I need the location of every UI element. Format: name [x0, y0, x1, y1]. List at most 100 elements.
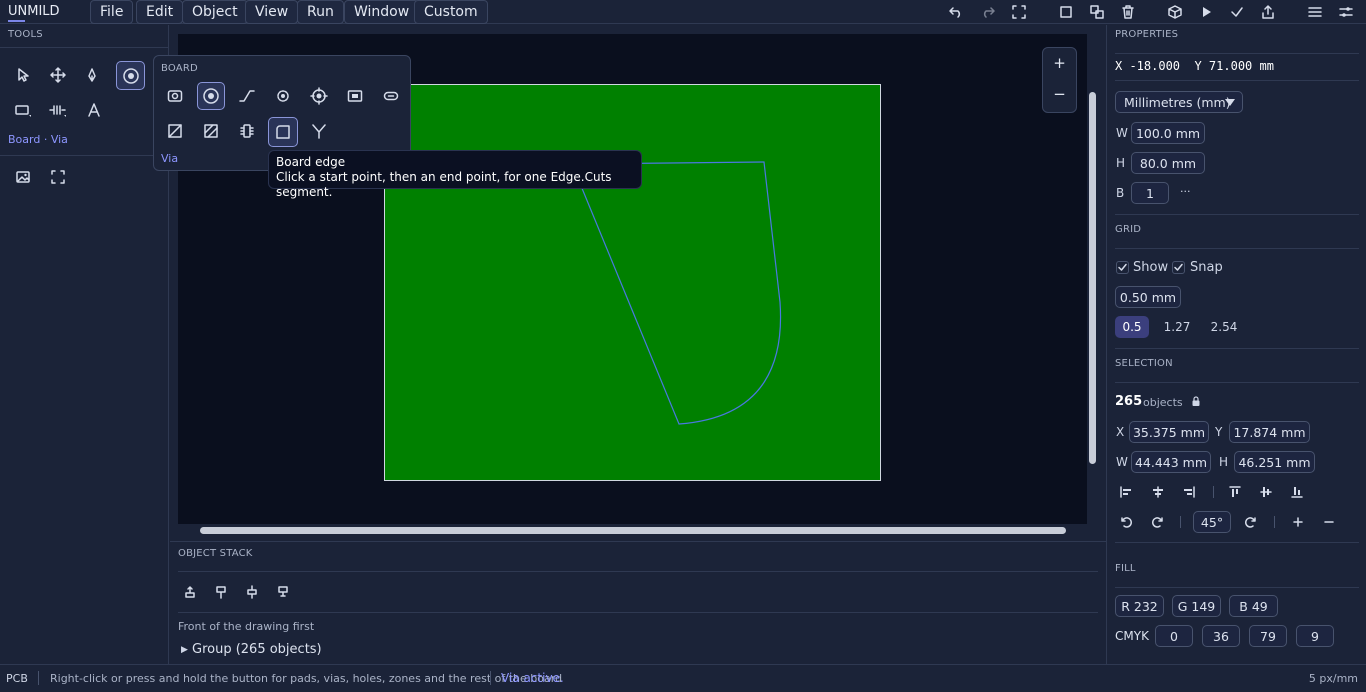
sel-h-field[interactable]: 46.251 mm [1234, 451, 1315, 473]
menu-run[interactable]: Run [297, 0, 344, 24]
sel-y-field[interactable]: 17.874 mm [1229, 421, 1310, 443]
undo-icon[interactable] [943, 0, 969, 25]
oval-pad-icon[interactable] [378, 83, 404, 109]
lock-icon[interactable] [1191, 396, 1201, 407]
send-backward-icon[interactable] [239, 579, 265, 605]
pointer-tool-icon[interactable] [10, 62, 36, 88]
text-tool-icon[interactable] [81, 97, 107, 123]
expand-arrow-icon[interactable]: ▶ [181, 645, 188, 655]
selection-header: SELECTION [1115, 358, 1173, 369]
align-center-h-icon[interactable] [1145, 479, 1171, 505]
align-right-icon[interactable] [1176, 479, 1202, 505]
via-tool-icon[interactable] [116, 61, 145, 90]
settings-sliders-icon[interactable] [1333, 0, 1359, 25]
hamburger-menu-icon[interactable] [1302, 0, 1328, 25]
grid-size-field[interactable]: 0.50 mm [1115, 286, 1181, 308]
grid-preset-1-27[interactable]: 1.27 [1158, 316, 1196, 338]
gear-pad-icon[interactable] [270, 83, 296, 109]
board-width-field[interactable]: 100.0 mm [1131, 122, 1205, 144]
snap-label[interactable]: Snap [1190, 260, 1223, 275]
menu-edit[interactable]: Edit [136, 0, 184, 24]
zoom-in-button[interactable]: + [1043, 54, 1076, 72]
grid-preset-0-5[interactable]: 0.5 [1115, 316, 1149, 338]
chevron-down-icon [1225, 99, 1235, 106]
split-icon[interactable] [306, 118, 332, 144]
menu-window[interactable]: Window [344, 0, 420, 24]
image-tool-icon[interactable] [10, 164, 36, 190]
scale-up-icon[interactable] [1285, 509, 1311, 535]
fill-r-field[interactable]: R 232 [1115, 595, 1164, 617]
fullscreen-icon[interactable] [1006, 0, 1032, 25]
snap-check-icon[interactable] [1172, 261, 1185, 274]
fill-k-field[interactable]: 9 [1296, 625, 1334, 647]
sel-x-field[interactable]: 35.375 mm [1129, 421, 1209, 443]
redo-icon[interactable] [975, 0, 1001, 25]
component-tool-icon[interactable] [45, 97, 71, 123]
rotate-cw-icon[interactable] [1145, 509, 1171, 535]
zoom-separator [1274, 516, 1275, 528]
trash-icon[interactable] [1115, 0, 1141, 25]
rotate-ccw-icon[interactable] [1113, 509, 1139, 535]
status-hint: Right-click or press and hold the button… [50, 672, 563, 685]
via-icon[interactable] [197, 82, 225, 110]
pad-icon[interactable] [162, 83, 188, 109]
board-height-field[interactable]: 80.0 mm [1131, 152, 1205, 174]
rotation-angle-field[interactable]: 45° [1193, 511, 1231, 533]
more-options-button[interactable]: ··· [1180, 185, 1191, 198]
menu-custom[interactable]: Custom [414, 0, 488, 24]
align-left-icon[interactable] [1113, 479, 1139, 505]
units-select[interactable]: Millimetres (mm) [1115, 91, 1243, 113]
fill-b-field[interactable]: B 49 [1229, 595, 1278, 617]
sel-w-label: W [1116, 455, 1128, 469]
palette-header: BOARD [161, 63, 198, 74]
bring-forward-icon[interactable] [208, 579, 234, 605]
fiducial-icon[interactable] [306, 83, 332, 109]
border-label: B [1116, 186, 1125, 200]
hatched-zone-icon[interactable] [198, 118, 224, 144]
zone-icon[interactable] [162, 118, 188, 144]
height-label: H [1116, 156, 1126, 170]
check-icon[interactable] [1224, 0, 1250, 25]
zoom-out-button[interactable]: − [1043, 85, 1076, 103]
grid-preset-2-54[interactable]: 2.54 [1204, 316, 1244, 338]
send-to-back-icon[interactable] [270, 579, 296, 605]
rectangle-tool-icon[interactable] [10, 97, 36, 123]
show-grid-label[interactable]: Show [1133, 260, 1168, 275]
board-edge-icon[interactable] [268, 117, 298, 147]
export-icon[interactable] [1255, 0, 1281, 25]
cube-icon[interactable] [1162, 0, 1188, 25]
width-label: W [1116, 126, 1128, 140]
sel-w-field[interactable]: 44.443 mm [1131, 451, 1211, 473]
play-icon[interactable] [1193, 0, 1219, 25]
smd-pad-icon[interactable] [342, 83, 368, 109]
rotate-by-angle-icon[interactable] [1238, 509, 1264, 535]
scale-down-icon[interactable] [1316, 509, 1342, 535]
bring-to-front-icon[interactable] [177, 579, 203, 605]
fit-view-icon[interactable] [45, 164, 71, 190]
fill-g-field[interactable]: G 149 [1172, 595, 1221, 617]
menu-file[interactable]: File [90, 0, 134, 24]
rectangle-select-icon[interactable] [1053, 0, 1079, 25]
align-middle-v-icon[interactable] [1253, 479, 1279, 505]
align-top-icon[interactable] [1222, 479, 1248, 505]
border-field[interactable]: 1 [1131, 182, 1169, 204]
move-tool-icon[interactable] [45, 62, 71, 88]
horizontal-scrollbar[interactable] [200, 527, 1066, 534]
footprint-icon[interactable] [234, 118, 260, 144]
cmyk-label: CMYK [1115, 629, 1149, 643]
track-icon[interactable] [234, 83, 260, 109]
fill-header: FILL [1115, 563, 1136, 574]
pen-tool-icon[interactable] [79, 62, 105, 88]
fill-y-field[interactable]: 79 [1249, 625, 1287, 647]
menu-object[interactable]: Object [182, 0, 248, 24]
vertical-scrollbar[interactable] [1089, 92, 1096, 464]
selection-count-label: objects [1143, 396, 1183, 409]
show-grid-check-icon[interactable] [1116, 261, 1129, 274]
group-icon[interactable] [1084, 0, 1110, 25]
group-row[interactable]: Group (265 objects) [192, 642, 322, 657]
align-bottom-icon[interactable] [1284, 479, 1310, 505]
menu-view[interactable]: View [245, 0, 299, 24]
fill-c-field[interactable]: 0 [1155, 625, 1193, 647]
fill-m-field[interactable]: 36 [1202, 625, 1240, 647]
status-scale: 5 px/mm [1308, 672, 1358, 685]
